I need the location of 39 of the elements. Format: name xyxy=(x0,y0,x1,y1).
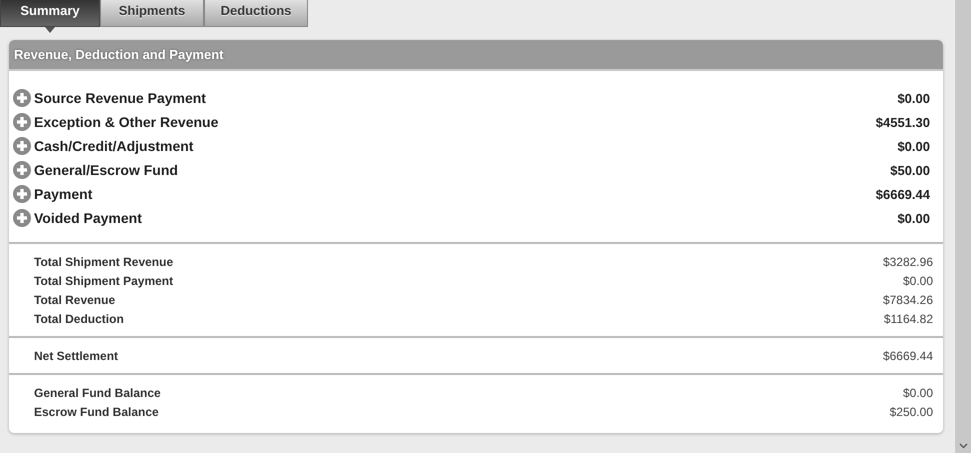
category-amount: $0.00 xyxy=(897,138,930,154)
summary-label: Total Shipment Payment xyxy=(34,274,174,288)
summary-label: Total Deduction xyxy=(34,312,125,326)
summary-label: Escrow Fund Balance xyxy=(34,404,160,418)
panel-title: Revenue, Deduction and Payment xyxy=(14,47,224,62)
summary-amount: $1164.82 xyxy=(884,312,933,326)
expand-icon[interactable] xyxy=(13,161,31,179)
category-label[interactable]: Payment xyxy=(34,186,876,202)
category-amount: $4551.30 xyxy=(876,114,930,130)
category-amount: $0.00 xyxy=(897,210,930,226)
expand-icon[interactable] xyxy=(13,113,31,131)
category-label[interactable]: Exception & Other Revenue xyxy=(34,114,876,130)
summary-label: Total Revenue xyxy=(34,292,116,306)
category-amount: $50.00 xyxy=(890,162,930,178)
selected-pointer-icon xyxy=(45,27,55,33)
category-amount: $0.00 xyxy=(897,90,930,106)
category-label[interactable]: General/Escrow Fund xyxy=(34,162,890,178)
tab[interactable]: Summary xyxy=(0,0,100,27)
category-label[interactable]: Source Revenue Payment xyxy=(34,90,898,106)
expand-icon[interactable] xyxy=(13,185,31,203)
summary-label: Net Settlement xyxy=(34,348,120,362)
expand-icon[interactable] xyxy=(13,89,31,107)
expand-icon[interactable] xyxy=(13,137,31,155)
summary-amount: $3282.96 xyxy=(882,254,933,268)
summary-label: Total Shipment Revenue xyxy=(34,254,174,268)
summary-label: General Fund Balance xyxy=(34,386,162,400)
summary-amount: $6669.44 xyxy=(882,348,933,362)
summary-amount: $250.00 xyxy=(890,404,933,418)
category-amount: $6669.44 xyxy=(876,186,930,202)
category-label[interactable]: Voided Payment xyxy=(34,210,898,226)
scrollbar[interactable] xyxy=(954,0,971,453)
category-label[interactable]: Cash/Credit/Adjustment xyxy=(34,138,898,154)
expand-icon[interactable] xyxy=(13,209,31,227)
tab[interactable]: Deductions xyxy=(204,0,308,27)
scroll-down-icon[interactable] xyxy=(958,443,968,449)
summary-amount: $0.00 xyxy=(902,274,933,288)
tab[interactable]: Shipments xyxy=(100,0,204,27)
summary-amount: $7834.26 xyxy=(882,292,933,306)
summary-amount: $0.00 xyxy=(902,386,933,400)
